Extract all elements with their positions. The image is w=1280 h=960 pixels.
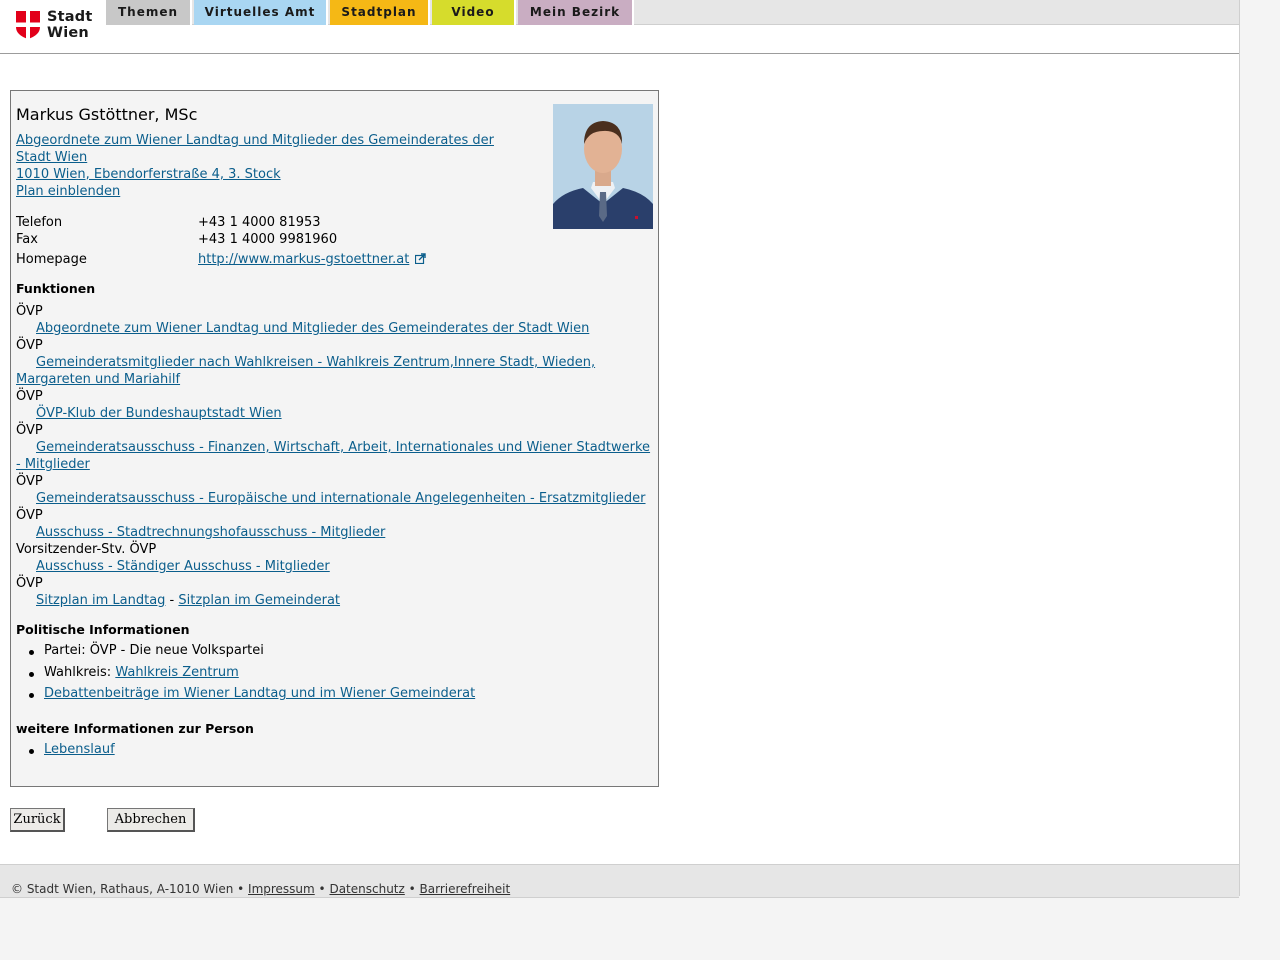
footer-impressum-link[interactable]: Impressum (248, 882, 315, 896)
contact-value-telefon: +43 1 4000 81953 (198, 215, 321, 230)
org-link-line1[interactable]: Abgeordnete zum Wiener Landtag und Mitgl… (16, 133, 494, 148)
address-link[interactable]: 1010 Wien, Ebendorferstraße 4, 3. Stock (16, 167, 281, 182)
person-name: Markus Gstöttner, MSc (16, 105, 198, 124)
back-button[interactable]: Zurück (10, 808, 65, 832)
logo-text-line2: Wien (47, 25, 89, 41)
footer-datenschutz-link[interactable]: Datenschutz (329, 882, 404, 896)
logo-text-line1: Stadt (47, 9, 93, 25)
funktion-link[interactable]: Gemeinderatsausschuss - Finanzen, Wirtsc… (36, 440, 650, 455)
contact-label-telefon: Telefon (16, 215, 63, 230)
sitzplan-landtag-link[interactable]: Sitzplan im Landtag (36, 593, 165, 608)
politisch-heading: Politische Informationen (16, 622, 190, 637)
funktion-link-cont[interactable]: - Mitglieder (16, 457, 90, 472)
nav-tab-mein-bezirk[interactable]: Mein Bezirk (518, 0, 634, 25)
wien-flag-icon (16, 11, 40, 39)
wahlkreis-link[interactable]: Wahlkreis Zentrum (115, 665, 238, 680)
partei-prefix: Partei: (44, 643, 90, 658)
org-link-line2[interactable]: Stadt Wien (16, 150, 87, 165)
footer-sep: • (233, 882, 249, 896)
nav-tab-video[interactable]: Video (432, 0, 516, 25)
plan-einblenden-link[interactable]: Plan einblenden (16, 184, 120, 199)
weitere-heading: weitere Informationen zur Person (16, 721, 254, 736)
footer: © Stadt Wien, Rathaus, A-1010 Wien • Imp… (0, 864, 1239, 898)
list-item: Partei: ÖVP - Die neue Volkspartei (11, 643, 475, 665)
stadt-wien-logo[interactable]: Stadt Wien (16, 9, 106, 42)
seat-role: ÖVP (16, 576, 43, 591)
seat-separator: - (165, 593, 179, 608)
person-photo (553, 104, 653, 229)
debatten-link[interactable]: Debattenbeiträge im Wiener Landtag und i… (44, 686, 475, 701)
funktion-role: ÖVP (16, 338, 43, 353)
main-nav: Themen Virtuelles Amt Stadtplan Video Me… (106, 0, 1239, 25)
funktion-role: Vorsitzender-Stv. ÖVP (16, 542, 157, 557)
external-link-icon (415, 253, 427, 265)
politisch-list: Partei: ÖVP - Die neue Volkspartei Wahlk… (11, 643, 475, 708)
cancel-button[interactable]: Abbrechen (107, 808, 195, 832)
footer-text: © Stadt Wien, Rathaus, A-1010 Wien • Imp… (11, 882, 510, 896)
funktion-role: ÖVP (16, 389, 43, 404)
funktionen-heading: Funktionen (16, 281, 96, 296)
weitere-list: Lebenslauf (11, 742, 115, 764)
nav-tab-themen[interactable]: Themen (106, 0, 192, 25)
footer-sep: • (314, 882, 330, 896)
footer-copyright: © Stadt Wien, Rathaus, A-1010 Wien (11, 882, 234, 896)
nav-tab-virtuelles-amt[interactable]: Virtuelles Amt (194, 0, 328, 25)
funktion-link[interactable]: Ausschuss - Stadtrechnungshofausschuss -… (36, 525, 385, 540)
funktion-role: ÖVP (16, 304, 43, 319)
funktion-role: ÖVP (16, 508, 43, 523)
seat-links: Sitzplan im Landtag - Sitzplan im Gemein… (36, 593, 340, 608)
partei-value: ÖVP - Die neue Volkspartei (89, 643, 264, 658)
funktion-link[interactable]: Gemeinderatsausschuss - Europäische und … (36, 491, 646, 506)
funktion-link[interactable]: Abgeordnete zum Wiener Landtag und Mitgl… (36, 321, 589, 336)
funktion-role: ÖVP (16, 474, 43, 489)
contact-label-homepage: Homepage (16, 252, 87, 267)
header: Stadt Wien Themen Virtuelles Amt Stadtpl… (0, 0, 1239, 54)
funktion-role: ÖVP (16, 423, 43, 438)
homepage-link[interactable]: http://www.markus-gstoettner.at (198, 252, 409, 267)
list-item: Lebenslauf (11, 742, 115, 764)
homepage-link-wrap: http://www.markus-gstoettner.at (198, 252, 427, 267)
footer-barrierefreiheit-link[interactable]: Barrierefreiheit (420, 882, 511, 896)
page: Stadt Wien Themen Virtuelles Amt Stadtpl… (0, 0, 1240, 898)
sitzplan-gemeinderat-link[interactable]: Sitzplan im Gemeinderat (178, 593, 340, 608)
funktion-link-cont[interactable]: Margareten und Mariahilf (16, 372, 180, 387)
funktion-link[interactable]: Ausschuss - Ständiger Ausschuss - Mitgli… (36, 559, 330, 574)
wahlkreis-prefix: Wahlkreis: (44, 664, 116, 680)
contact-value-fax: +43 1 4000 9981960 (198, 232, 338, 247)
funktion-link[interactable]: Gemeinderatsmitglieder nach Wahlkreisen … (36, 355, 595, 370)
contact-label-fax: Fax (16, 232, 38, 247)
list-item: Wahlkreis: Wahlkreis Zentrum (11, 665, 475, 687)
lebenslauf-link[interactable]: Lebenslauf (44, 742, 115, 757)
list-item: Debattenbeiträge im Wiener Landtag und i… (11, 686, 475, 708)
funktion-link[interactable]: ÖVP-Klub der Bundeshauptstadt Wien (36, 406, 282, 421)
person-card: Markus Gstöttner, MSc Abgeordnete zum Wi… (10, 90, 659, 787)
logo-text: Stadt Wien (47, 9, 92, 41)
footer-sep: • (404, 882, 420, 896)
nav-tab-stadtplan[interactable]: Stadtplan (330, 0, 430, 25)
